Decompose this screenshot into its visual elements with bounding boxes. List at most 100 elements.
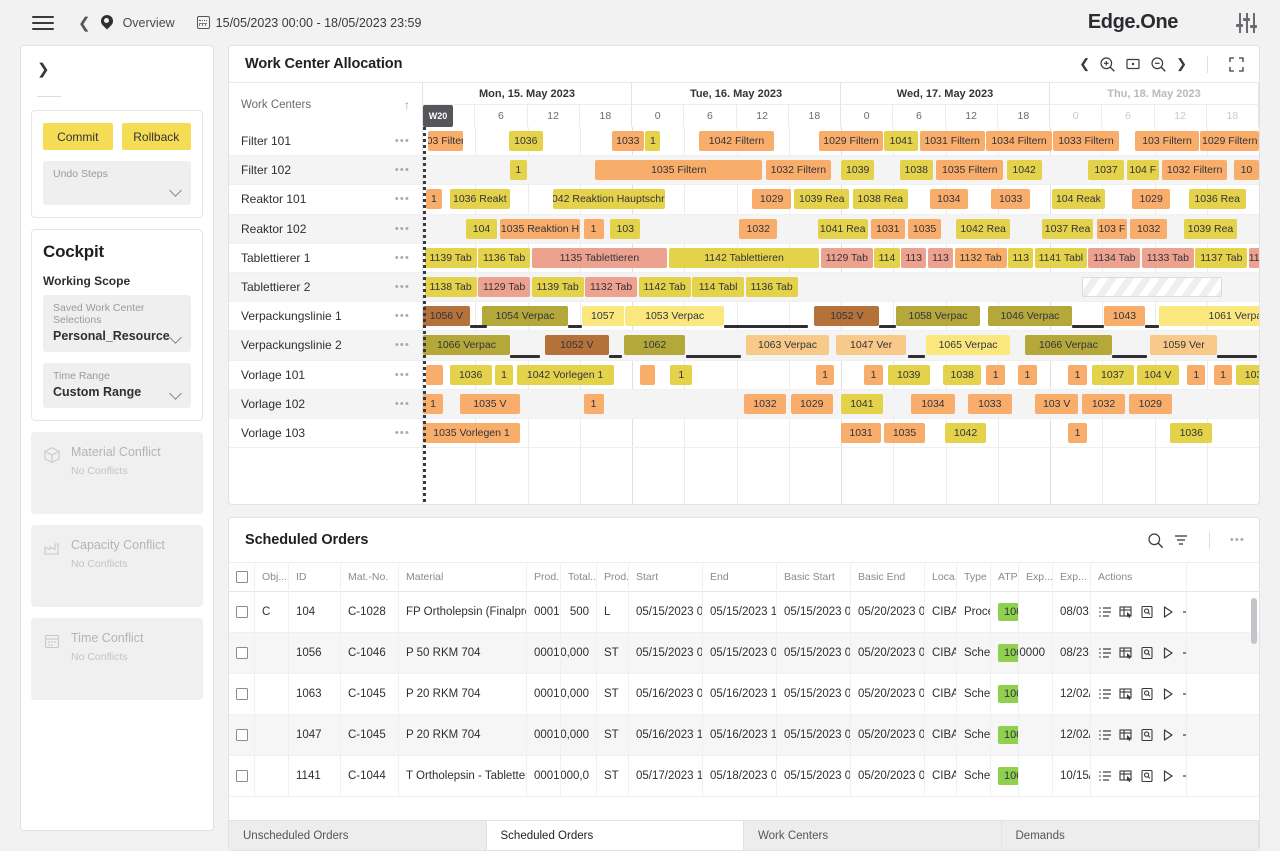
gantt-bar-3-5[interactable]: 1041 Rea bbox=[818, 219, 868, 239]
row-more-options-icon[interactable]: ••• bbox=[395, 281, 410, 293]
gantt-bar-10-4[interactable]: 1 bbox=[1068, 423, 1086, 443]
gantt-bar-6-4[interactable]: 1052 V bbox=[814, 306, 879, 326]
table-select-icon[interactable] bbox=[1119, 646, 1133, 660]
list-icon[interactable] bbox=[1098, 728, 1112, 742]
orders-more-options-icon[interactable]: ••• bbox=[1230, 534, 1245, 546]
gantt-bar-1-2[interactable]: 1032 Filtern bbox=[766, 160, 831, 180]
gantt-bar-8-3[interactable]: 1042 Vorlegen 1 bbox=[517, 365, 614, 385]
gantt-bar-1-0[interactable]: 1 bbox=[510, 160, 527, 180]
gantt-bar-3-4[interactable]: 1032 bbox=[739, 219, 777, 239]
gantt-bar-9-2[interactable]: 1 bbox=[584, 394, 604, 414]
magnifier-box-icon[interactable] bbox=[1140, 605, 1154, 619]
column-header-1[interactable]: Obj... bbox=[255, 562, 289, 592]
gantt-bar-6-5[interactable]: 1058 Verpac bbox=[896, 306, 980, 326]
gantt-bar-6-1[interactable]: 1054 Verpac bbox=[482, 306, 569, 326]
table-row[interactable]: 1063C-1045P 20 RKM 704000140,000ST05/16/… bbox=[229, 674, 1259, 715]
gantt-bar-2-1[interactable]: 1036 Reakt bbox=[450, 189, 510, 209]
gantt-bar-5-0[interactable]: 1138 Tab bbox=[425, 277, 477, 297]
gantt-bar-0-9[interactable]: 1033 Filtern bbox=[1053, 131, 1118, 151]
arrow-into-bracket-icon[interactable] bbox=[1182, 769, 1187, 783]
row-checkbox[interactable] bbox=[236, 688, 248, 700]
gantt-bar-4-10[interactable]: 1141 Tabl bbox=[1035, 248, 1087, 268]
filter-icon[interactable] bbox=[1173, 532, 1189, 548]
gantt-bar-1-1[interactable]: 1035 Filtern bbox=[595, 160, 762, 180]
list-icon[interactable] bbox=[1098, 769, 1112, 783]
row-more-options-icon[interactable]: ••• bbox=[395, 193, 410, 205]
gantt-bar-8-5[interactable]: 1 bbox=[670, 365, 692, 385]
column-header-14[interactable]: ATP bbox=[991, 562, 1019, 592]
gantt-bar-7-2[interactable]: 1062 bbox=[624, 335, 686, 355]
gantt-bar-1-8[interactable]: 104 F bbox=[1127, 160, 1159, 180]
column-header-3[interactable]: Mat.-No. bbox=[341, 562, 399, 592]
gantt-bar-8-2[interactable]: 1 bbox=[495, 365, 513, 385]
gantt-bar-1-10[interactable]: 10 bbox=[1234, 160, 1259, 180]
search-icon[interactable] bbox=[1147, 532, 1164, 549]
gantt-bar-3-9[interactable]: 1037 Rea bbox=[1042, 219, 1094, 239]
tab-demands[interactable]: Demands bbox=[1002, 821, 1260, 850]
gantt-bar-4-12[interactable]: 1133 Tab bbox=[1142, 248, 1194, 268]
table-select-icon[interactable] bbox=[1119, 769, 1133, 783]
gantt-bar-9-4[interactable]: 1029 bbox=[791, 394, 833, 414]
work-center-row-4[interactable]: Tablettierer 1••• bbox=[229, 244, 422, 273]
gantt-bar-2-8[interactable]: 104 Reak bbox=[1052, 189, 1106, 209]
gantt-bar-3-7[interactable]: 1035 bbox=[908, 219, 941, 239]
cell-[interactable] bbox=[229, 633, 255, 674]
gantt-bar-4-9[interactable]: 113 bbox=[1008, 248, 1033, 268]
gantt-bar-2-10[interactable]: 1036 Rea bbox=[1189, 189, 1246, 209]
work-center-row-9[interactable]: Vorlage 102••• bbox=[229, 390, 422, 419]
rollback-button[interactable]: Rollback bbox=[122, 123, 192, 150]
time-range-select[interactable]: Time Range Custom Range bbox=[43, 363, 191, 408]
gantt-bar-4-13[interactable]: 1137 Tab bbox=[1195, 248, 1247, 268]
gantt-bar-2-4[interactable]: 1039 Rea bbox=[794, 189, 849, 209]
gantt-bar-5-2[interactable]: 1139 Tab bbox=[532, 277, 584, 297]
gantt-bar-4-3[interactable]: 1142 Tablettieren bbox=[669, 248, 819, 268]
gantt-bar-8-11[interactable]: 1 bbox=[1018, 365, 1036, 385]
gantt-bar-9-7[interactable]: 1033 bbox=[968, 394, 1011, 414]
magnifier-box-icon[interactable] bbox=[1140, 728, 1154, 742]
zoom-fit-icon[interactable] bbox=[1125, 56, 1141, 72]
gantt-bar-9-10[interactable]: 1029 bbox=[1129, 394, 1172, 414]
gantt-bar-0-11[interactable]: 1029 Filtern bbox=[1200, 131, 1259, 151]
gantt-bar-3-10[interactable]: 103 F bbox=[1097, 219, 1127, 239]
gantt-bar-0-3[interactable]: 1 bbox=[645, 131, 660, 151]
cell-Actions[interactable] bbox=[1091, 592, 1187, 633]
gantt-bar-4-0[interactable]: 1139 Tab bbox=[425, 248, 477, 268]
row-more-options-icon[interactable]: ••• bbox=[395, 252, 410, 264]
gantt-bar-2-5[interactable]: 1038 Rea bbox=[853, 189, 908, 209]
gantt-bar-6-3[interactable]: 1053 Verpac bbox=[625, 306, 724, 326]
column-header-13[interactable]: Type bbox=[957, 562, 991, 592]
gantt-bar-0-0[interactable]: 103 Filtern bbox=[428, 131, 463, 151]
gantt-bar-10-1[interactable]: 1031 bbox=[841, 423, 881, 443]
column-header-16[interactable]: Exp... bbox=[1053, 562, 1091, 592]
row-checkbox[interactable] bbox=[236, 729, 248, 741]
cell-Actions[interactable] bbox=[1091, 674, 1187, 715]
gantt-bar-9-0[interactable]: 1 bbox=[423, 394, 443, 414]
gantt-bar-9-8[interactable]: 103 V bbox=[1035, 394, 1078, 414]
row-checkbox[interactable] bbox=[236, 770, 248, 782]
work-center-row-2[interactable]: Reaktor 101••• bbox=[229, 185, 422, 214]
list-icon[interactable] bbox=[1098, 687, 1112, 701]
cell-[interactable] bbox=[229, 715, 255, 756]
table-row[interactable]: C104C-1028FP Ortholepsin (Finalprodukt00… bbox=[229, 592, 1259, 633]
gantt-prev-icon[interactable]: ❮ bbox=[1079, 56, 1090, 72]
gantt-bar-4-1[interactable]: 1136 Tab bbox=[478, 248, 530, 268]
table-row[interactable]: 1047C-1045P 20 RKM 704000130,000ST05/16/… bbox=[229, 715, 1259, 756]
gantt-bar-0-6[interactable]: 1041 bbox=[884, 131, 917, 151]
zoom-out-icon[interactable] bbox=[1150, 56, 1167, 73]
gantt-bar-0-10[interactable]: 103 Filtern bbox=[1135, 131, 1199, 151]
table-select-icon[interactable] bbox=[1119, 687, 1133, 701]
gantt-bar-1-5[interactable]: 1035 Filtern bbox=[936, 160, 1003, 180]
gantt-bar-2-3[interactable]: 1029 bbox=[752, 189, 790, 209]
gantt-bar-3-2[interactable]: 1 bbox=[584, 219, 604, 239]
gantt-bar-7-7[interactable]: 1059 Ver bbox=[1150, 335, 1217, 355]
gantt-bar-3-0[interactable]: 104 bbox=[466, 219, 496, 239]
column-header-8[interactable]: Start bbox=[629, 562, 703, 592]
sliders-icon[interactable] bbox=[1236, 13, 1258, 33]
gantt-bar-10-0[interactable]: 1035 Vorlegen 1 bbox=[423, 423, 520, 443]
row-more-options-icon[interactable]: ••• bbox=[395, 398, 410, 410]
table-row[interactable]: 1056C-1046P 50 RKM 704000120,000ST05/15/… bbox=[229, 633, 1259, 674]
gantt-bar-5-6[interactable]: 1136 Tab bbox=[746, 277, 798, 297]
play-icon[interactable] bbox=[1161, 605, 1175, 619]
gantt-bar-3-1[interactable]: 1035 Reaktion H bbox=[500, 219, 580, 239]
gantt-bar-2-6[interactable]: 1034 bbox=[930, 189, 968, 209]
